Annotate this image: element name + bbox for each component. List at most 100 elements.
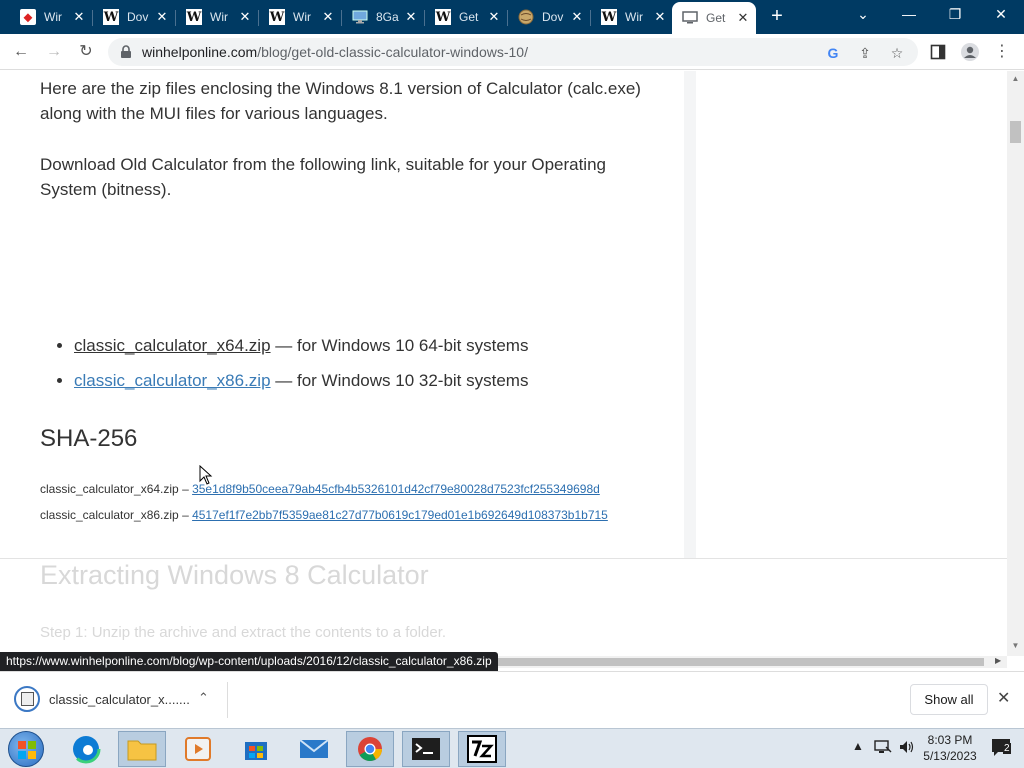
url-text[interactable]: winhelponline.com/blog/get-old-classic-c… — [142, 44, 528, 60]
scroll-right-icon[interactable]: ▶ — [995, 656, 1001, 665]
minimize-button[interactable]: — — [886, 0, 932, 30]
terminal-icon[interactable] — [402, 731, 450, 767]
step-text: Step 1: Unzip the archive and extract th… — [40, 624, 447, 641]
forward-button[interactable]: → — [42, 40, 66, 64]
hash-link[interactable]: 35e1d8f9b50ceea79ab45cfb4b5326101d42cf79… — [192, 482, 600, 496]
file-explorer-icon[interactable] — [118, 731, 166, 767]
tab-title: Dov — [127, 10, 149, 24]
status-url-bubble: https://www.winhelponline.com/blog/wp-co… — [0, 652, 498, 671]
close-tab-icon[interactable]: ✕ — [653, 9, 667, 25]
close-tab-icon[interactable]: ✕ — [155, 9, 169, 25]
address-bar[interactable]: winhelponline.com/blog/get-old-classic-c… — [108, 38, 918, 66]
close-tab-icon[interactable]: ✕ — [404, 9, 418, 25]
url-path: /blog/get-old-classic-calculator-windows… — [257, 44, 528, 60]
system-clock[interactable]: 8:03 PM 5/13/2023 — [916, 732, 984, 764]
section-heading: Extracting Windows 8 Calculator — [40, 560, 429, 590]
download-desc: — for Windows 10 32-bit systems — [270, 371, 529, 390]
browser-tab-active[interactable]: Get ✕ — [672, 2, 756, 34]
w-icon: W — [435, 9, 451, 25]
tab-title: Wir — [293, 10, 311, 24]
media-player-icon[interactable] — [174, 731, 222, 767]
globe-icon — [518, 9, 534, 25]
close-download-bar-icon[interactable]: ✕ — [997, 688, 1010, 708]
new-tab-button[interactable]: + — [766, 5, 788, 27]
google-translate-icon[interactable]: G — [822, 42, 844, 64]
hash-link[interactable]: 4517ef1f7e2bb7f5359ae81c27d77b0619c179ed… — [192, 508, 608, 522]
sidebar-column — [684, 71, 1007, 558]
tab-title: Wir — [44, 10, 62, 24]
notification-count: 2 — [1003, 743, 1011, 754]
store-icon[interactable] — [232, 731, 280, 767]
close-window-button[interactable]: ✕ — [978, 0, 1024, 30]
browser-tab[interactable]: W Get ✕ — [425, 4, 507, 30]
url-domain: winhelponline.com — [142, 44, 258, 60]
vertical-scrollbar[interactable]: ▲ ▼ — [1007, 71, 1024, 656]
w-icon: W — [186, 9, 202, 25]
notification-center-icon[interactable]: 2 — [990, 737, 1014, 759]
tab-title: Get — [459, 10, 479, 24]
hash-row: classic_calculator_x86.zip – 4517ef1f7e2… — [40, 508, 608, 522]
clock-time: 8:03 PM — [927, 733, 973, 747]
windows-logo-icon — [18, 741, 36, 759]
close-tab-icon[interactable]: ✕ — [570, 9, 584, 25]
close-tab-icon[interactable]: ✕ — [736, 10, 750, 26]
download-instructions: Download Old Calculator from the followi… — [40, 155, 606, 199]
browser-toolbar: ← → ↻ winhelponline.com/blog/get-old-cla… — [0, 34, 1024, 70]
browser-tab[interactable]: Dov ✕ — [508, 4, 590, 30]
browser-tab[interactable]: W Wir ✕ — [176, 4, 258, 30]
chrome-icon[interactable] — [346, 731, 394, 767]
tab-search-icon[interactable]: ⌄ — [840, 0, 886, 30]
list-item: classic_calculator_x86.zip — for Windows… — [74, 368, 528, 403]
list-item: classic_calculator_x64.zip — for Windows… — [74, 333, 528, 368]
mail-icon[interactable] — [290, 731, 338, 767]
w-icon: W — [103, 9, 119, 25]
section-divider — [0, 558, 1007, 559]
close-tab-icon[interactable]: ✕ — [487, 9, 501, 25]
close-tab-icon[interactable]: ✕ — [321, 9, 335, 25]
browser-tab[interactable]: 8Ga ✕ — [342, 4, 424, 30]
browser-tab[interactable]: W Wir ✕ — [259, 4, 341, 30]
close-tab-icon[interactable]: ✕ — [72, 9, 86, 25]
redsite-icon: ⬥ — [20, 9, 36, 25]
chevron-up-icon[interactable]: ⌃ — [198, 690, 209, 706]
page-icon — [682, 10, 698, 26]
clock-date: 5/13/2023 — [923, 749, 977, 763]
download-link-x86[interactable]: classic_calculator_x86.zip — [74, 371, 271, 390]
lock-icon — [121, 45, 131, 58]
volume-icon[interactable] — [898, 739, 916, 758]
reload-button[interactable]: ↻ — [74, 40, 98, 64]
sha256-heading: SHA-256 — [40, 425, 138, 452]
download-item[interactable]: classic_calculator_x....... ⌃ — [12, 682, 228, 718]
scrollbar-thumb[interactable] — [1010, 121, 1021, 143]
restore-button[interactable]: ❐ — [932, 0, 978, 30]
network-icon[interactable] — [874, 739, 892, 758]
w-icon: W — [269, 9, 285, 25]
scroll-down-icon[interactable]: ▼ — [1010, 641, 1021, 651]
hash-filename: classic_calculator_x64.zip – — [40, 482, 193, 496]
close-tab-icon[interactable]: ✕ — [238, 9, 252, 25]
menu-kebab-icon[interactable]: ⋮ — [990, 40, 1014, 64]
download-list: classic_calculator_x64.zip — for Windows… — [74, 333, 528, 403]
tray-overflow-icon[interactable]: ▲ — [852, 739, 864, 753]
scroll-up-icon[interactable]: ▲ — [1010, 74, 1021, 84]
tab-title: Dov — [542, 10, 564, 24]
share-icon[interactable]: ⇪ — [854, 42, 876, 64]
download-link-x64[interactable]: classic_calculator_x64.zip — [74, 336, 271, 355]
monitor-icon — [352, 9, 368, 25]
side-panel-icon[interactable] — [926, 40, 950, 64]
tab-title: Get — [706, 11, 726, 25]
taskbar: ▲ 8:03 PM 5/13/2023 2 — [0, 728, 1024, 768]
edge-icon[interactable] — [62, 731, 110, 767]
page-viewport: Here are the zip files enclosing the Win… — [0, 71, 1007, 656]
7zip-icon[interactable] — [458, 731, 506, 767]
hscrollbar-thumb[interactable] — [496, 658, 984, 666]
browser-tab[interactable]: ⬥ Wir ✕ — [10, 4, 92, 30]
browser-tab[interactable]: W Dov ✕ — [93, 4, 175, 30]
show-all-button[interactable]: Show all — [910, 684, 988, 715]
back-button[interactable]: ← — [9, 40, 33, 64]
download-desc: — for Windows 10 64-bit systems — [270, 336, 529, 355]
browser-tab[interactable]: W Wir ✕ — [591, 4, 673, 30]
start-button[interactable] — [8, 731, 44, 767]
bookmark-star-icon[interactable]: ☆ — [886, 42, 908, 64]
profile-avatar-icon[interactable] — [958, 40, 982, 64]
